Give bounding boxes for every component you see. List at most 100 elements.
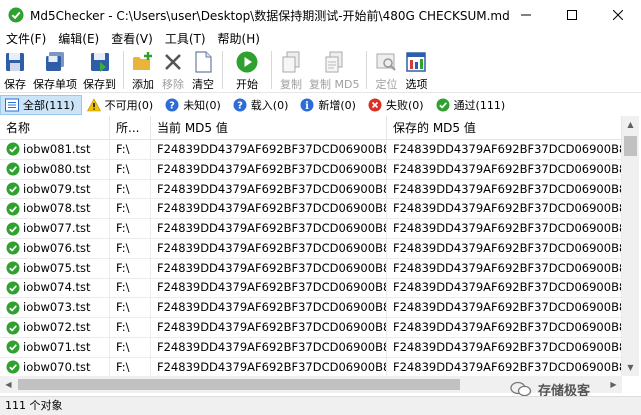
scroll-down-arrow-icon[interactable]: ▼ — [622, 359, 639, 376]
file-name: iobw080.tst — [23, 161, 91, 176]
table-row[interactable]: iobw072.tst F:\ F24839DD4379AF692BF37DCD06… — [0, 318, 622, 338]
table-row[interactable]: iobw070.tst F:\ F24839DD4379AF692BF37DCD06… — [0, 357, 622, 376]
close-button[interactable] — [595, 0, 641, 30]
table-row[interactable]: iobw079.tst F:\ F24839DD4379AF692BF37DCD06… — [0, 179, 622, 200]
filter-loaded-tab[interactable]: ? 载入(0) — [228, 95, 296, 115]
table-row[interactable]: iobw074.tst F:\ F24839DD4379AF692BF37DCD06… — [0, 278, 622, 299]
cell-folder: F:\ — [110, 140, 151, 159]
filter-failed-tab[interactable]: 失败(0) — [363, 95, 431, 115]
filter-new-tab[interactable]: i 新增(0) — [295, 95, 363, 115]
cell-name: iobw073.tst — [0, 298, 110, 318]
table-row[interactable]: iobw078.tst F:\ F24839DD4379AF692BF37DCD06… — [0, 199, 622, 220]
save-single-button[interactable]: 保存单项 — [30, 48, 80, 92]
minimize-button[interactable] — [503, 0, 549, 30]
check-circle-icon — [6, 182, 20, 196]
cell-saved-md5: F24839DD4379AF692BF37DCD06900B80 — [387, 258, 622, 278]
filter-passed-tab[interactable]: 通过(111) — [431, 95, 513, 115]
table-row[interactable]: iobw071.tst F:\ F24839DD4379AF692BF37DCD06… — [0, 337, 622, 358]
save-button[interactable]: 保存 — [0, 48, 30, 92]
save-to-button[interactable]: 保存到 — [80, 48, 119, 92]
save-label: 保存 — [4, 78, 26, 91]
menu-help[interactable]: 帮助(H) — [212, 30, 266, 48]
file-name: iobw072.tst — [23, 320, 91, 335]
check-circle-icon — [6, 222, 20, 236]
add-button[interactable]: 添加 — [128, 48, 158, 92]
menu-file[interactable]: 文件(F) — [0, 30, 52, 48]
menu-tools[interactable]: 工具(T) — [159, 30, 212, 48]
vertical-scroll-thumb[interactable] — [624, 136, 637, 156]
cell-saved-md5: F24839DD4379AF692BF37DCD06900B80 — [387, 337, 622, 357]
options-icon — [406, 52, 427, 72]
copy-md5-button[interactable]: 复制 MD5 — [306, 48, 362, 92]
cell-current-md5: F24839DD4379AF692BF37DCD06900B80 — [151, 337, 387, 357]
column-header-name[interactable]: 名称 — [0, 116, 110, 139]
file-name: iobw078.tst — [23, 201, 91, 216]
filter-unavailable-label: 不可用(0) — [104, 99, 154, 112]
cell-current-md5: F24839DD4379AF692BF37DCD06900B80 — [151, 140, 387, 159]
table-row[interactable]: iobw073.tst F:\ F24839DD4379AF692BF37DCD06… — [0, 298, 622, 319]
svg-text:?: ? — [169, 101, 175, 112]
table-row[interactable]: iobw075.tst F:\ F24839DD4379AF692BF37DCD06… — [0, 258, 622, 279]
menu-view[interactable]: 查看(V) — [105, 30, 159, 48]
cell-saved-md5: F24839DD4379AF692BF37DCD06900B80 — [387, 159, 622, 179]
remove-button[interactable]: 移除 — [158, 48, 188, 92]
svg-text:?: ? — [237, 101, 243, 112]
close-icon — [613, 10, 623, 20]
options-label: 选项 — [405, 78, 428, 91]
vertical-scrollbar[interactable]: ▲ ▼ — [622, 116, 639, 376]
copy-md5-label: 复制 MD5 — [309, 78, 360, 91]
cell-saved-md5: F24839DD4379AF692BF37DCD06900B80 — [387, 140, 622, 159]
table-row[interactable]: iobw077.tst F:\ F24839DD4379AF692BF37DCD06… — [0, 219, 622, 239]
remove-label: 移除 — [162, 78, 184, 91]
cell-name: iobw079.tst — [0, 179, 110, 199]
filter-all-tab[interactable]: 全部(111) — [0, 95, 82, 115]
cell-name: iobw071.tst — [0, 337, 110, 357]
question-icon: ? — [165, 98, 179, 112]
locate-label: 定位 — [375, 78, 398, 91]
cell-name: iobw074.tst — [0, 278, 110, 298]
filter-loaded-label: 载入(0) — [250, 99, 289, 112]
blank-document-icon — [195, 51, 212, 73]
cell-saved-md5: F24839DD4379AF692BF37DCD06900B80 — [387, 179, 622, 199]
cell-name: iobw076.tst — [0, 238, 110, 258]
options-button[interactable]: 选项 — [401, 48, 431, 92]
title-bar: Md5Checker - C:\Users\user\Desktop\数据保持期… — [0, 0, 641, 30]
cell-saved-md5: F24839DD4379AF692BF37DCD06900B80 — [387, 298, 622, 318]
copy-icon — [282, 51, 300, 73]
cell-saved-md5: F24839DD4379AF692BF37DCD06900B80 — [387, 238, 622, 258]
filter-unknown-tab[interactable]: ? 未知(0) — [160, 95, 228, 115]
scroll-right-arrow-icon[interactable]: ▶ — [605, 376, 622, 393]
scroll-left-arrow-icon[interactable]: ◀ — [0, 376, 17, 393]
floppy-disk-stack-icon — [46, 52, 64, 71]
cell-current-md5: F24839DD4379AF692BF37DCD06900B80 — [151, 298, 387, 318]
horizontal-scroll-thumb[interactable] — [18, 379, 460, 390]
menu-edit[interactable]: 编辑(E) — [52, 30, 105, 48]
locate-button[interactable]: 定位 — [371, 48, 401, 92]
cell-folder: F:\ — [110, 199, 151, 219]
toolbar-separator — [123, 51, 124, 89]
cell-name: iobw070.tst — [0, 357, 110, 376]
copy-button[interactable]: 复制 — [276, 48, 306, 92]
start-button[interactable]: 开始 — [227, 48, 267, 92]
filter-passed-label: 通过(111) — [453, 99, 506, 112]
table-header: 名称 所... 当前 MD5 值 保存的 MD5 值 — [0, 116, 622, 140]
question-icon: ? — [233, 98, 247, 112]
file-name: iobw076.tst — [23, 240, 91, 255]
add-folder-icon — [133, 52, 152, 70]
clear-button[interactable]: 清空 — [188, 48, 218, 92]
table-row[interactable]: iobw081.tst F:\ F24839DD4379AF692BF37DCD06… — [0, 140, 622, 160]
scroll-up-arrow-icon[interactable]: ▲ — [622, 116, 639, 133]
cell-folder: F:\ — [110, 159, 151, 179]
column-header-current-md5[interactable]: 当前 MD5 值 — [151, 116, 387, 139]
maximize-button[interactable] — [549, 0, 595, 30]
table-row[interactable]: iobw080.tst F:\ F24839DD4379AF692BF37DCD06… — [0, 159, 622, 180]
cell-current-md5: F24839DD4379AF692BF37DCD06900B80 — [151, 199, 387, 219]
column-header-folder[interactable]: 所... — [110, 116, 151, 139]
wechat-logo-icon — [510, 381, 532, 397]
column-header-saved-md5[interactable]: 保存的 MD5 值 — [387, 116, 622, 139]
save-single-label: 保存单项 — [33, 78, 77, 91]
cell-folder: F:\ — [110, 238, 151, 258]
cell-name: iobw072.tst — [0, 318, 110, 337]
filter-unavailable-tab[interactable]: 不可用(0) — [82, 95, 161, 115]
table-row[interactable]: iobw076.tst F:\ F24839DD4379AF692BF37DCD06… — [0, 238, 622, 259]
